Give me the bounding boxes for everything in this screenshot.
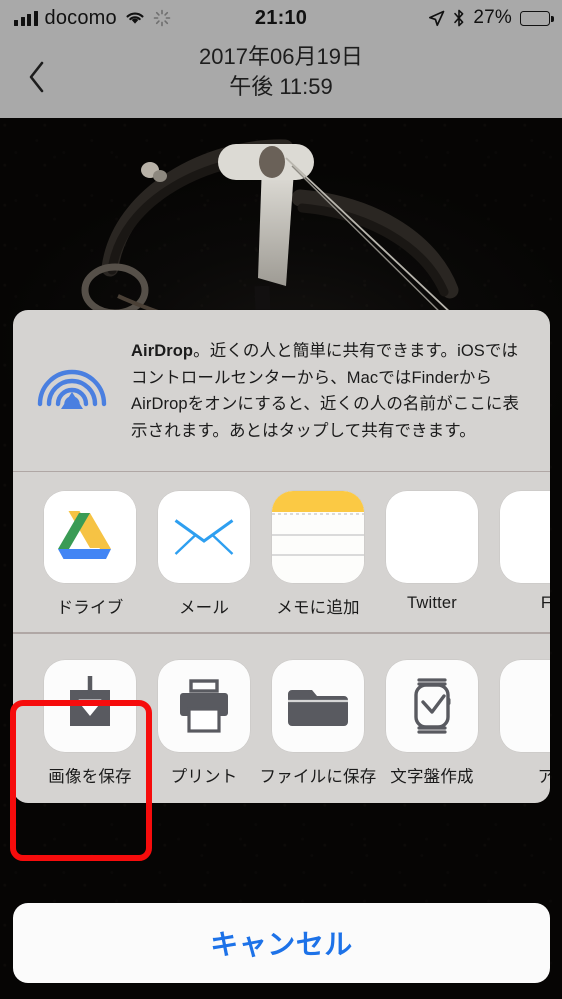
- printer-icon: [158, 659, 250, 752]
- navigation-bar: 2017年06月19日 午後 11:59: [0, 36, 562, 118]
- photo-time: 午後 11:59: [229, 74, 333, 100]
- action-label: ファイルに保存: [259, 767, 377, 786]
- action-label: 画像を保存: [48, 767, 132, 786]
- share-app-notes[interactable]: メモに追加: [261, 491, 375, 618]
- share-app-twitter[interactable]: Twitter: [375, 491, 489, 618]
- airdrop-description: AirDrop。近くの人と簡単に共有できます。iOSではコントロールセンターから…: [131, 338, 530, 445]
- action-more[interactable]: ア: [489, 659, 550, 787]
- mail-icon: [158, 491, 250, 584]
- airdrop-section[interactable]: AirDrop。近くの人と簡単に共有できます。iOSではコントロールセンターから…: [13, 310, 550, 471]
- airdrop-title: AirDrop: [131, 342, 194, 360]
- action-label: 文字盤作成: [390, 767, 474, 786]
- twitter-icon: [386, 491, 478, 584]
- share-app-label: メール: [178, 599, 230, 618]
- cancel-button[interactable]: キャンセル: [13, 903, 550, 983]
- share-app-drive[interactable]: ドライブ: [33, 491, 147, 618]
- share-app-label: Twitter: [407, 594, 457, 613]
- bluetooth-icon: [454, 9, 464, 27]
- save-image-icon: [44, 659, 136, 752]
- share-app-label: ドライブ: [56, 599, 124, 618]
- action-label: ア: [537, 767, 550, 786]
- battery-percent-label: 27%: [473, 7, 512, 28]
- photo-date-heading: 2017年06月19日 午後 11:59: [0, 42, 562, 103]
- apple-watch-icon: [386, 659, 478, 752]
- share-apps-row[interactable]: ドライブ メール メモに追加 Twitter F: [13, 472, 550, 632]
- photo-date: 2017年06月19日: [199, 44, 363, 69]
- folder-icon: [272, 659, 364, 752]
- share-app-label: メモに追加: [276, 599, 360, 618]
- notes-icon: [272, 491, 364, 584]
- facebook-icon: [500, 491, 550, 584]
- share-app-label: F: [540, 594, 550, 613]
- share-app-mail[interactable]: メール: [147, 491, 261, 618]
- google-drive-icon: [44, 491, 136, 584]
- iphone-screen: docomo 21:10 27% 2017年06月19日 午後 11:59 Ai…: [0, 0, 562, 999]
- share-actions-row[interactable]: 画像を保存 プリント ファイルに保存 文字盤作成 ア: [13, 634, 550, 803]
- more-action-icon: [500, 659, 550, 752]
- share-sheet: AirDrop。近くの人と簡単に共有できます。iOSではコントロールセンターから…: [13, 310, 550, 803]
- share-app-facebook[interactable]: F: [489, 491, 550, 618]
- status-bar-right: 27%: [428, 0, 554, 36]
- location-arrow-icon: [429, 10, 445, 26]
- action-label: プリント: [170, 767, 238, 786]
- action-save-image[interactable]: 画像を保存: [33, 659, 147, 787]
- airdrop-icon: [37, 369, 107, 409]
- action-save-to-files[interactable]: ファイルに保存: [259, 659, 377, 787]
- action-print[interactable]: プリント: [147, 659, 261, 787]
- battery-icon: [520, 10, 554, 26]
- action-create-watch-face[interactable]: 文字盤作成: [375, 659, 489, 787]
- status-bar: docomo 21:10 27%: [0, 0, 562, 36]
